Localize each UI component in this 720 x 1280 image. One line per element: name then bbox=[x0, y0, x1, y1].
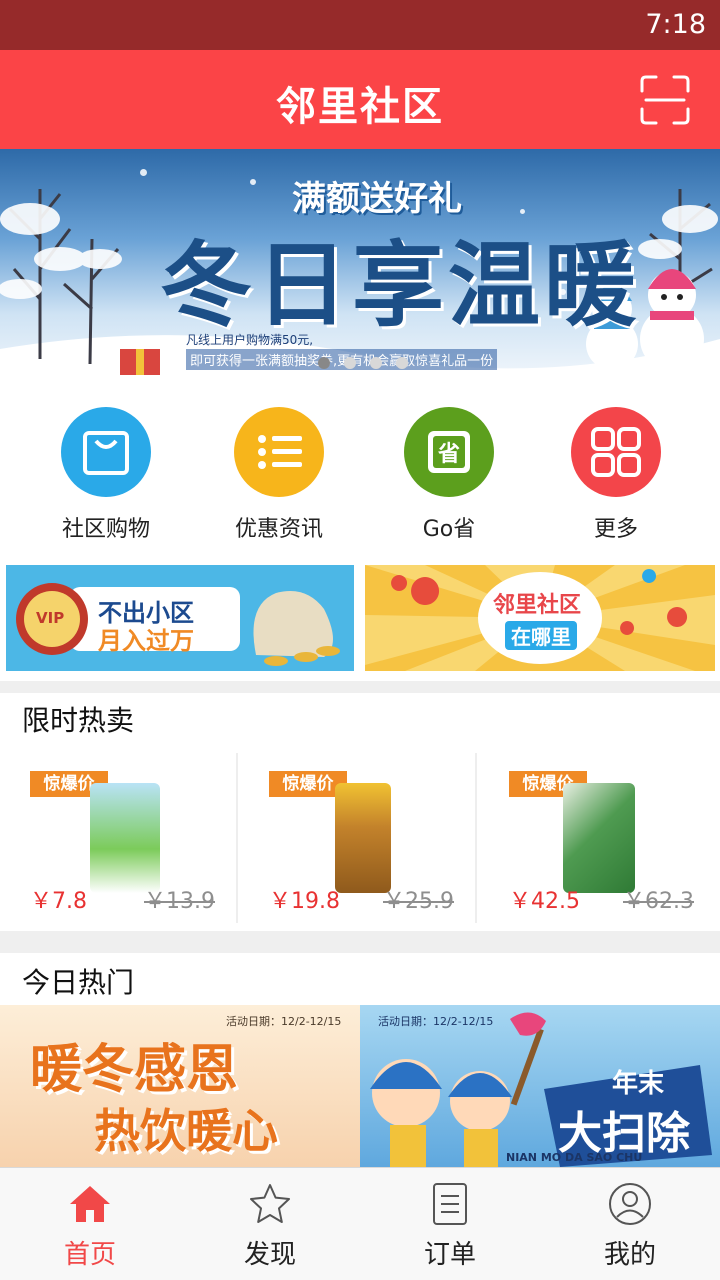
order-list-icon bbox=[433, 1183, 467, 1225]
section-title: 限时热卖 bbox=[22, 704, 135, 737]
hot-banner-line: 暖冬感恩 bbox=[30, 1040, 239, 1100]
product-price: ￥42.5 bbox=[509, 889, 580, 914]
profile-icon bbox=[609, 1183, 651, 1225]
promo-line: 在哪里 bbox=[505, 621, 577, 650]
hot-banner-date: 活动日期：12/2-12/15 bbox=[226, 1015, 342, 1028]
snowflake bbox=[250, 179, 256, 185]
app-screen: 7:18 邻里社区 满额送好礼 冬日享温暖 凡线上用户购物满50元, 即可获得一… bbox=[0, 0, 720, 1280]
product-price: ￥19.8 bbox=[269, 889, 340, 914]
carousel-dot[interactable] bbox=[344, 357, 356, 369]
product-old-price: ￥13.9 bbox=[144, 889, 215, 914]
product-old-price: ￥62.3 bbox=[623, 889, 694, 914]
divider bbox=[475, 753, 477, 923]
snowflake bbox=[140, 169, 147, 176]
carousel-indicator bbox=[318, 357, 408, 369]
shopping-bag-icon bbox=[61, 407, 151, 497]
hot-banner-line: 年末 bbox=[612, 1069, 665, 1099]
snowman-pink bbox=[640, 269, 704, 371]
promo-where-banner[interactable]: 邻里社区 在哪里 bbox=[365, 565, 715, 671]
vip-badge: VIP bbox=[36, 609, 65, 627]
hot-banner-line: NIAN MO DA SAO CHU bbox=[506, 1151, 643, 1164]
menu-label: 更多 bbox=[593, 517, 638, 542]
carousel-dot[interactable] bbox=[370, 357, 382, 369]
flash-sale-products: 惊爆价 ￥7.8 ￥13.9 惊爆价 ￥19.8 ￥25.9 惊爆价 ￥42.5… bbox=[0, 753, 720, 931]
today-hot-banners: 活动日期：12/2-12/15 暖冬感恩 热饮暖心 活动日期：12/2-12/1… bbox=[0, 1005, 720, 1167]
product-card[interactable]: 惊爆价 ￥19.8 ￥25.9 bbox=[239, 753, 477, 923]
promo-row: VIP 不出小区 月入过万 邻里社区 在哪里 bbox=[0, 555, 720, 681]
tab-label: 发现 bbox=[243, 1240, 296, 1270]
scan-button[interactable] bbox=[640, 75, 690, 125]
product-old-price: ￥25.9 bbox=[383, 889, 454, 914]
status-bar: 7:18 bbox=[0, 0, 720, 50]
save-tag-icon: 省 bbox=[404, 407, 494, 497]
menu-label: 优惠资讯 bbox=[234, 517, 323, 542]
menu-community-shopping[interactable]: 社区购物 bbox=[41, 407, 171, 543]
menu-label: 社区购物 bbox=[61, 517, 150, 542]
grid-icon bbox=[571, 407, 661, 497]
promo-line: 邻里社区 bbox=[493, 593, 582, 618]
tab-label: 首页 bbox=[63, 1240, 116, 1270]
banner-headline: 冬日享温暖 bbox=[160, 231, 641, 339]
bottom-tab-bar: 首页 发现 订单 我的 bbox=[0, 1167, 720, 1280]
product-card[interactable]: 惊爆价 ￥42.5 ￥62.3 bbox=[479, 753, 717, 923]
product-image bbox=[90, 783, 160, 893]
banner-note: 凡线上用户购物满50元, bbox=[186, 333, 314, 347]
product-image bbox=[563, 783, 635, 893]
menu-label: Go省 bbox=[422, 517, 476, 542]
hot-banner-warm-drinks[interactable]: 活动日期：12/2-12/15 暖冬感恩 热饮暖心 bbox=[0, 1005, 360, 1167]
promo-banner-carousel[interactable]: 满额送好礼 冬日享温暖 凡线上用户购物满50元, 即可获得一张满额抽奖券,更有机… bbox=[0, 149, 720, 385]
tab-orders[interactable]: 订单 bbox=[360, 1168, 540, 1280]
page-title: 邻里社区 bbox=[276, 84, 444, 130]
tab-label: 我的 bbox=[603, 1240, 656, 1270]
quick-menu: 社区购物 优惠资讯 省 Go省 更多 bbox=[0, 385, 720, 555]
product-image bbox=[335, 783, 391, 893]
app-bar: 邻里社区 bbox=[0, 50, 720, 149]
star-icon bbox=[250, 1184, 290, 1223]
tab-discover[interactable]: 发现 bbox=[180, 1168, 360, 1280]
hot-banner-line: 热饮暖心 bbox=[94, 1104, 278, 1158]
status-time: 7:18 bbox=[645, 9, 706, 40]
menu-deals-news[interactable]: 优惠资讯 bbox=[214, 407, 344, 543]
list-icon bbox=[234, 407, 324, 497]
section-title: 今日热门 bbox=[22, 966, 135, 999]
hot-banner-date: 活动日期：12/2-12/15 bbox=[378, 1015, 494, 1028]
promo-earn-banner[interactable]: VIP 不出小区 月入过万 bbox=[6, 565, 354, 671]
scan-icon bbox=[640, 75, 690, 125]
home-icon bbox=[70, 1186, 110, 1222]
menu-go-save[interactable]: 省 Go省 bbox=[384, 407, 514, 543]
product-card[interactable]: 惊爆价 ￥7.8 ￥13.9 bbox=[0, 753, 238, 923]
tab-profile[interactable]: 我的 bbox=[540, 1168, 720, 1280]
product-price: ￥7.8 bbox=[30, 889, 87, 914]
divider bbox=[236, 753, 238, 923]
svg-text:省: 省 bbox=[437, 442, 460, 467]
carousel-dot[interactable] bbox=[396, 357, 408, 369]
menu-more[interactable]: 更多 bbox=[551, 407, 681, 543]
carousel-dot[interactable] bbox=[318, 357, 330, 369]
promo-line: 月入过万 bbox=[98, 627, 194, 655]
tab-label: 订单 bbox=[423, 1240, 476, 1270]
tab-home[interactable]: 首页 bbox=[0, 1168, 180, 1280]
hot-banner-cleaning[interactable]: 活动日期：12/2-12/15 年末 大扫除 NIAN MO DA SAO CH… bbox=[360, 1005, 720, 1167]
